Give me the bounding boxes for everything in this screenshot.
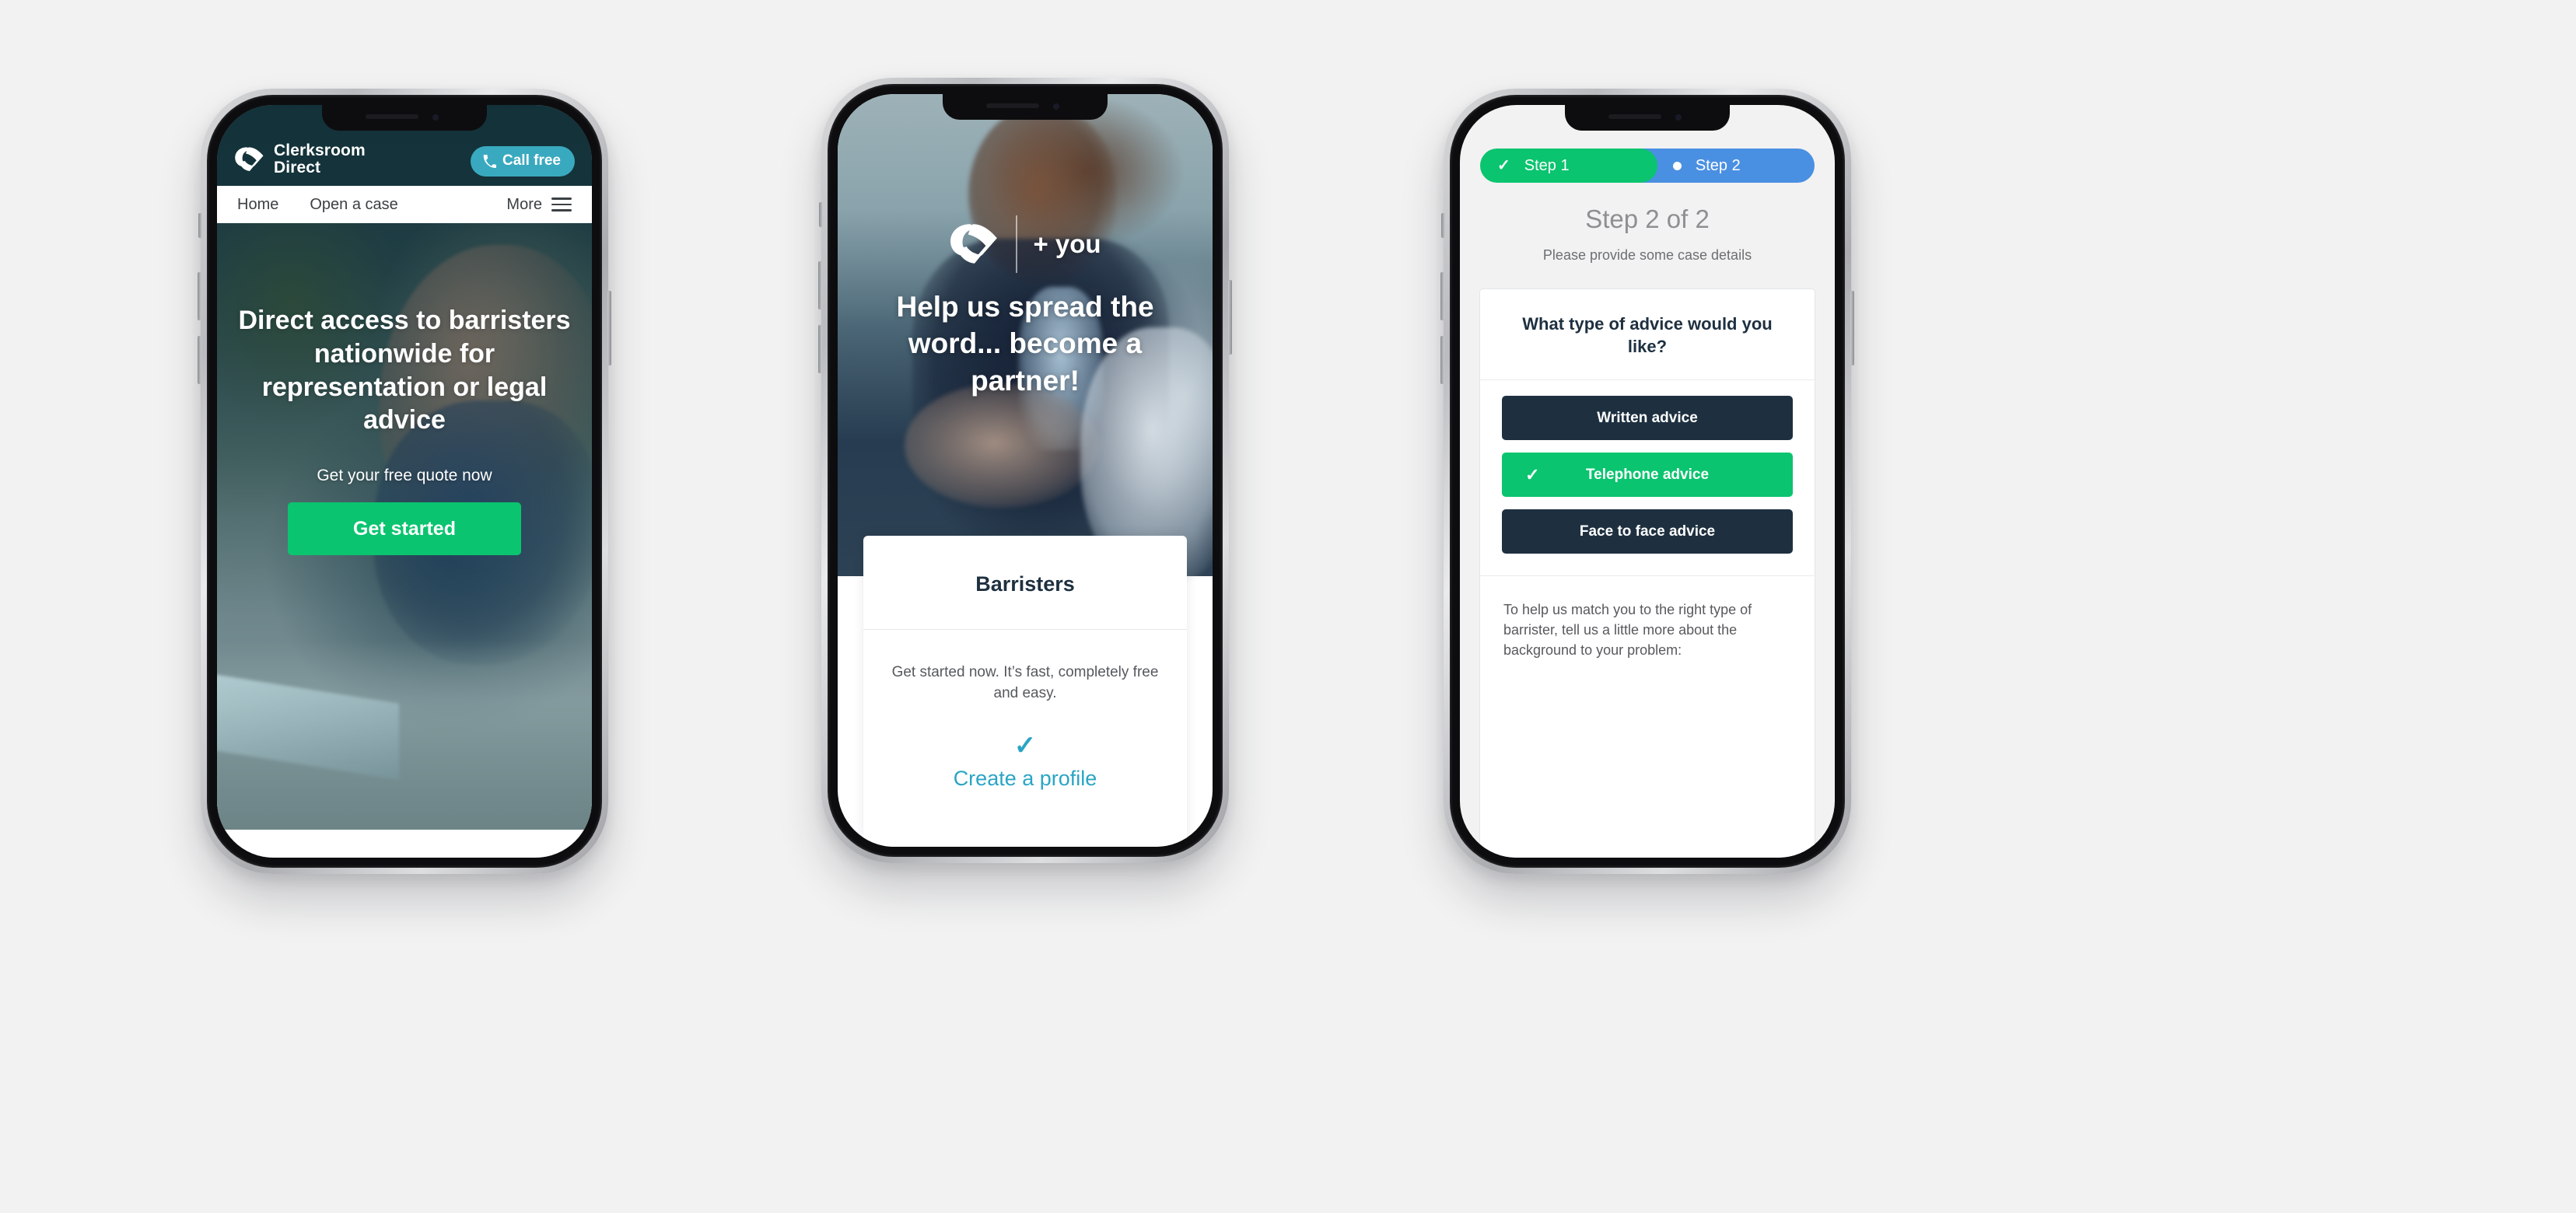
device-notch-3 bbox=[1565, 105, 1730, 131]
power-button[interactable] bbox=[1850, 291, 1854, 365]
phone-icon bbox=[483, 154, 497, 168]
nav-item-open-a-case[interactable]: Open a case bbox=[310, 196, 397, 214]
screen-3: ✓ Step 1 Step 2 Step 2 of 2 Please provi… bbox=[1460, 105, 1835, 858]
front-camera bbox=[1053, 103, 1059, 110]
phone-bezel-1: Clerksroom Direct Call free Home Open a … bbox=[207, 95, 602, 868]
nav-item-more[interactable]: More bbox=[506, 196, 572, 214]
volume-down-button[interactable] bbox=[1440, 336, 1444, 384]
bottom-bar-1 bbox=[217, 830, 592, 858]
phone-mockup-1: Clerksroom Direct Call free Home Open a … bbox=[198, 89, 611, 874]
volume-up-button[interactable] bbox=[198, 272, 201, 320]
device-notch-2 bbox=[943, 94, 1108, 120]
phone-bezel-3: ✓ Step 1 Step 2 Step 2 of 2 Please provi… bbox=[1450, 95, 1845, 868]
get-started-button[interactable]: Get started bbox=[288, 502, 521, 556]
card-description: Get started now. It’s fast, completely f… bbox=[891, 664, 1159, 701]
brand-name-line1: Clerksroom bbox=[274, 141, 366, 159]
card-title: Barristers bbox=[863, 536, 1187, 630]
nav-item-home[interactable]: Home bbox=[237, 196, 278, 214]
front-camera bbox=[1675, 114, 1682, 121]
step-indicator-1[interactable]: ✓ Step 1 bbox=[1480, 149, 1657, 183]
advice-options-group: Written advice ✓ Telephone advice Face t… bbox=[1480, 380, 1815, 577]
step-1-label: Step 1 bbox=[1524, 156, 1570, 174]
option-telephone-advice[interactable]: ✓ Telephone advice bbox=[1502, 453, 1793, 498]
check-icon: ✓ bbox=[1525, 464, 1540, 484]
step-progress-bar: ✓ Step 1 Step 2 bbox=[1480, 149, 1815, 183]
earpiece-speaker bbox=[366, 114, 418, 119]
mute-switch[interactable] bbox=[1441, 213, 1445, 238]
volume-down-button[interactable] bbox=[818, 325, 822, 373]
phone-bezel-2: + you Help us spread the word... become … bbox=[828, 84, 1223, 857]
plus-you-label: + you bbox=[1033, 229, 1101, 258]
phone-mockup-2: + you Help us spread the word... become … bbox=[818, 78, 1232, 863]
partner-logo-row: + you bbox=[838, 215, 1213, 273]
brand-name: Clerksroom Direct bbox=[274, 142, 366, 177]
page-title: Step 2 of 2 bbox=[1585, 204, 1710, 233]
step-indicator-2[interactable]: Step 2 bbox=[1640, 149, 1815, 183]
hero-subtitle: Get your free quote now bbox=[317, 467, 492, 485]
volume-down-button[interactable] bbox=[198, 336, 201, 384]
power-button[interactable] bbox=[607, 291, 611, 365]
phone-mockup-3: ✓ Step 1 Step 2 Step 2 of 2 Please provi… bbox=[1440, 89, 1854, 874]
earpiece-speaker bbox=[986, 103, 1039, 108]
hero-photo-handshake bbox=[905, 383, 1099, 508]
brand-name-line2: Direct bbox=[274, 158, 321, 177]
volume-up-button[interactable] bbox=[1440, 272, 1444, 320]
page-subtitle: Please provide some case details bbox=[1542, 247, 1752, 263]
option-written-advice[interactable]: Written advice bbox=[1502, 396, 1793, 441]
dot-icon bbox=[1672, 161, 1682, 170]
logo-divider bbox=[1016, 215, 1018, 273]
device-notch-1 bbox=[322, 105, 487, 131]
hero-content-1: Direct access to barristers nationwide f… bbox=[217, 223, 592, 858]
power-button[interactable] bbox=[1228, 280, 1232, 355]
advice-type-card: What type of advice would you like? Writ… bbox=[1479, 288, 1815, 858]
hamburger-icon[interactable] bbox=[551, 198, 572, 211]
mute-switch[interactable] bbox=[198, 213, 202, 238]
option-label: Face to face advice bbox=[1579, 523, 1716, 540]
advice-question: What type of advice would you like? bbox=[1480, 289, 1815, 381]
barristers-card: Barristers Get started now. It’s fast, c… bbox=[863, 536, 1187, 847]
earpiece-speaker bbox=[1608, 114, 1661, 119]
check-icon: ✓ bbox=[1497, 157, 1510, 174]
partner-headline: Help us spread the word... become a part… bbox=[896, 291, 1154, 397]
site-nav: Home Open a case More bbox=[217, 186, 592, 223]
clerksroom-logo-icon bbox=[234, 146, 265, 173]
create-a-profile-link[interactable]: Create a profile bbox=[882, 767, 1168, 791]
check-icon: ✓ bbox=[1013, 730, 1037, 760]
brand-logo-group[interactable]: Clerksroom Direct bbox=[234, 142, 366, 177]
mute-switch[interactable] bbox=[819, 202, 823, 227]
card-body: Get started now. It’s fast, completely f… bbox=[863, 630, 1187, 791]
front-camera bbox=[432, 114, 439, 121]
screen-1: Clerksroom Direct Call free Home Open a … bbox=[217, 105, 592, 858]
step-2-label: Step 2 bbox=[1695, 156, 1741, 174]
background-prompt-text: To help us match you to the right type o… bbox=[1503, 602, 1752, 659]
call-free-button[interactable]: Call free bbox=[471, 146, 575, 177]
option-label: Written advice bbox=[1597, 409, 1698, 426]
nav-more-label[interactable]: More bbox=[506, 196, 542, 214]
option-face-to-face-advice[interactable]: Face to face advice bbox=[1502, 509, 1793, 554]
volume-up-button[interactable] bbox=[818, 261, 822, 309]
hero-headline: Direct access to barristers nationwide f… bbox=[238, 306, 571, 435]
mockup-canvas: Clerksroom Direct Call free Home Open a … bbox=[0, 0, 2576, 1213]
option-label: Telephone advice bbox=[1585, 466, 1710, 483]
clerksroom-logo-icon bbox=[949, 222, 1000, 266]
screen-2: + you Help us spread the word... become … bbox=[838, 94, 1213, 847]
call-free-label: Call free bbox=[502, 152, 561, 169]
